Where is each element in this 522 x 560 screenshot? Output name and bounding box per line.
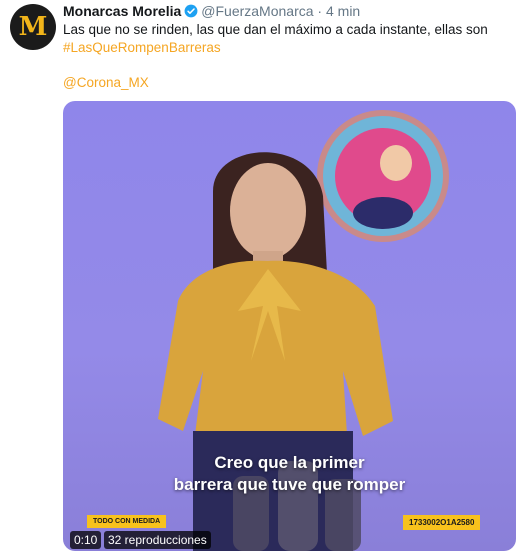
disclaimer-tag: TODO CON MEDIDA — [87, 515, 167, 528]
mention-line: @Corona_MX — [63, 75, 149, 90]
verified-badge-icon — [184, 4, 198, 18]
tweet: M Monarcas Morelia @FuerzaMonarca · 4 mi… — [0, 0, 522, 560]
view-count: 32 reproducciones — [104, 531, 211, 549]
author-name[interactable]: Monarcas Morelia — [63, 3, 181, 19]
video-player[interactable]: Creo que la primer barrera que tuve que … — [63, 101, 516, 551]
subtitle-line-2: barrera que tuve que romper — [173, 475, 406, 494]
permit-code-tag: 1733002O1A2580 — [403, 515, 481, 530]
author-handle[interactable]: @FuerzaMonarca — [201, 3, 313, 19]
tweet-text: Las que no se rinden, las que dan el máx… — [63, 21, 513, 57]
avatar[interactable]: M — [10, 4, 56, 50]
timestamp[interactable]: 4 min — [326, 3, 360, 19]
tweet-body: Las que no se rinden, las que dan el máx… — [63, 22, 488, 37]
mention-link[interactable]: @Corona_MX — [63, 75, 149, 90]
hashtag-link[interactable]: #LasQueRompenBarreras — [63, 40, 221, 55]
avatar-logo: M — [18, 12, 48, 42]
separator-dot: · — [317, 3, 323, 19]
tweet-header: Monarcas Morelia @FuerzaMonarca · 4 min — [63, 3, 360, 19]
video-duration: 0:10 — [70, 531, 102, 549]
